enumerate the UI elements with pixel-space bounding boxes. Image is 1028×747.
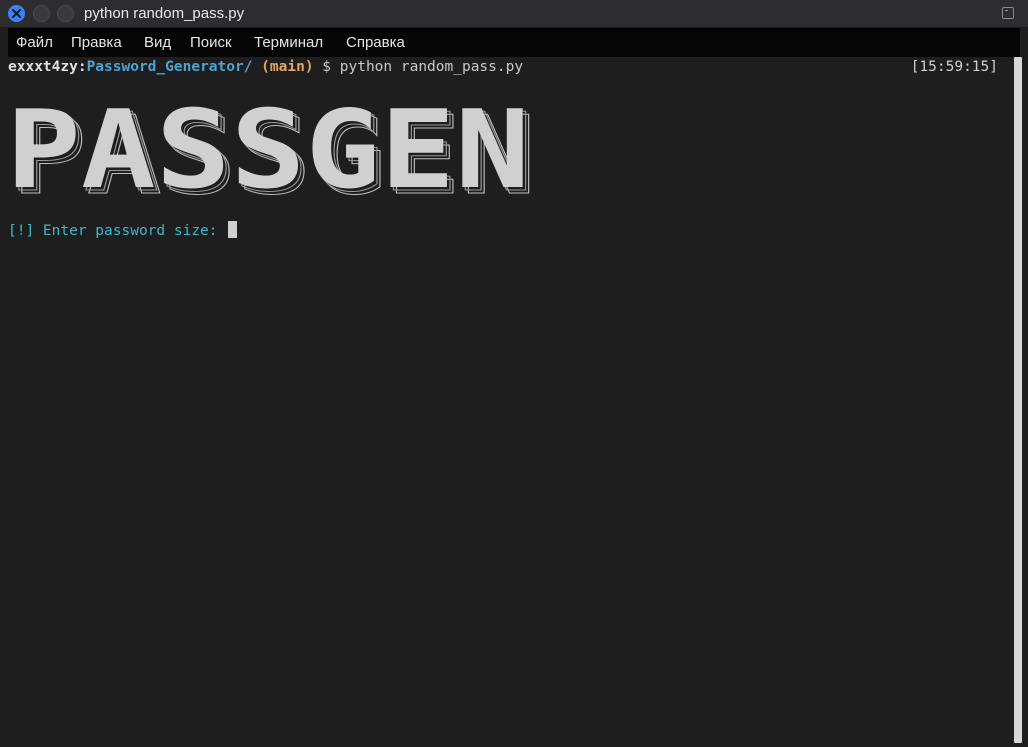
prompt-colon: : bbox=[77, 59, 87, 75]
menu-terminal[interactable]: Терминал bbox=[254, 34, 323, 51]
menu-search[interactable]: Поиск bbox=[190, 34, 232, 51]
scrollbar[interactable] bbox=[1014, 57, 1022, 743]
prompt-path: Password_Generator/ bbox=[86, 59, 253, 75]
prompt-branch: (main) bbox=[252, 59, 314, 75]
menu-help[interactable]: Справка bbox=[346, 34, 405, 51]
input-line[interactable]: [!] Enter password size: bbox=[8, 221, 238, 239]
close-button[interactable] bbox=[8, 5, 25, 22]
title-bar: python random_pass.py bbox=[0, 0, 1028, 28]
timestamp: [15:59:15] bbox=[910, 59, 998, 75]
ascii-banner: PASSGEN PASSGEN PASSGEN bbox=[6, 93, 537, 197]
terminal-window: python random_pass.py Файл Правка Вид По… bbox=[0, 0, 1028, 747]
menu-view[interactable]: Вид bbox=[144, 34, 171, 51]
close-icon bbox=[12, 9, 21, 18]
minimize-button[interactable] bbox=[33, 5, 50, 22]
maximize-button[interactable] bbox=[57, 5, 74, 22]
menu-file[interactable]: Файл bbox=[16, 34, 53, 51]
terminal-icon bbox=[1002, 7, 1014, 19]
prompt-user: exxxt4zy bbox=[8, 59, 78, 75]
window-title: python random_pass.py bbox=[84, 5, 245, 22]
prompt-line: exxxt4zy:Password_Generator/ (main) $ py… bbox=[8, 59, 523, 75]
menu-bar: Файл Правка Вид Поиск Терминал Справка bbox=[8, 28, 1020, 57]
menu-edit[interactable]: Правка bbox=[71, 34, 122, 51]
input-prompt: [!] Enter password size: bbox=[8, 223, 227, 239]
prompt-command: $ python random_pass.py bbox=[313, 59, 524, 75]
banner-fill: PASSGEN bbox=[6, 93, 530, 197]
text-cursor bbox=[228, 221, 238, 238]
terminal-output[interactable]: exxxt4zy:Password_Generator/ (main) $ py… bbox=[0, 57, 1028, 747]
